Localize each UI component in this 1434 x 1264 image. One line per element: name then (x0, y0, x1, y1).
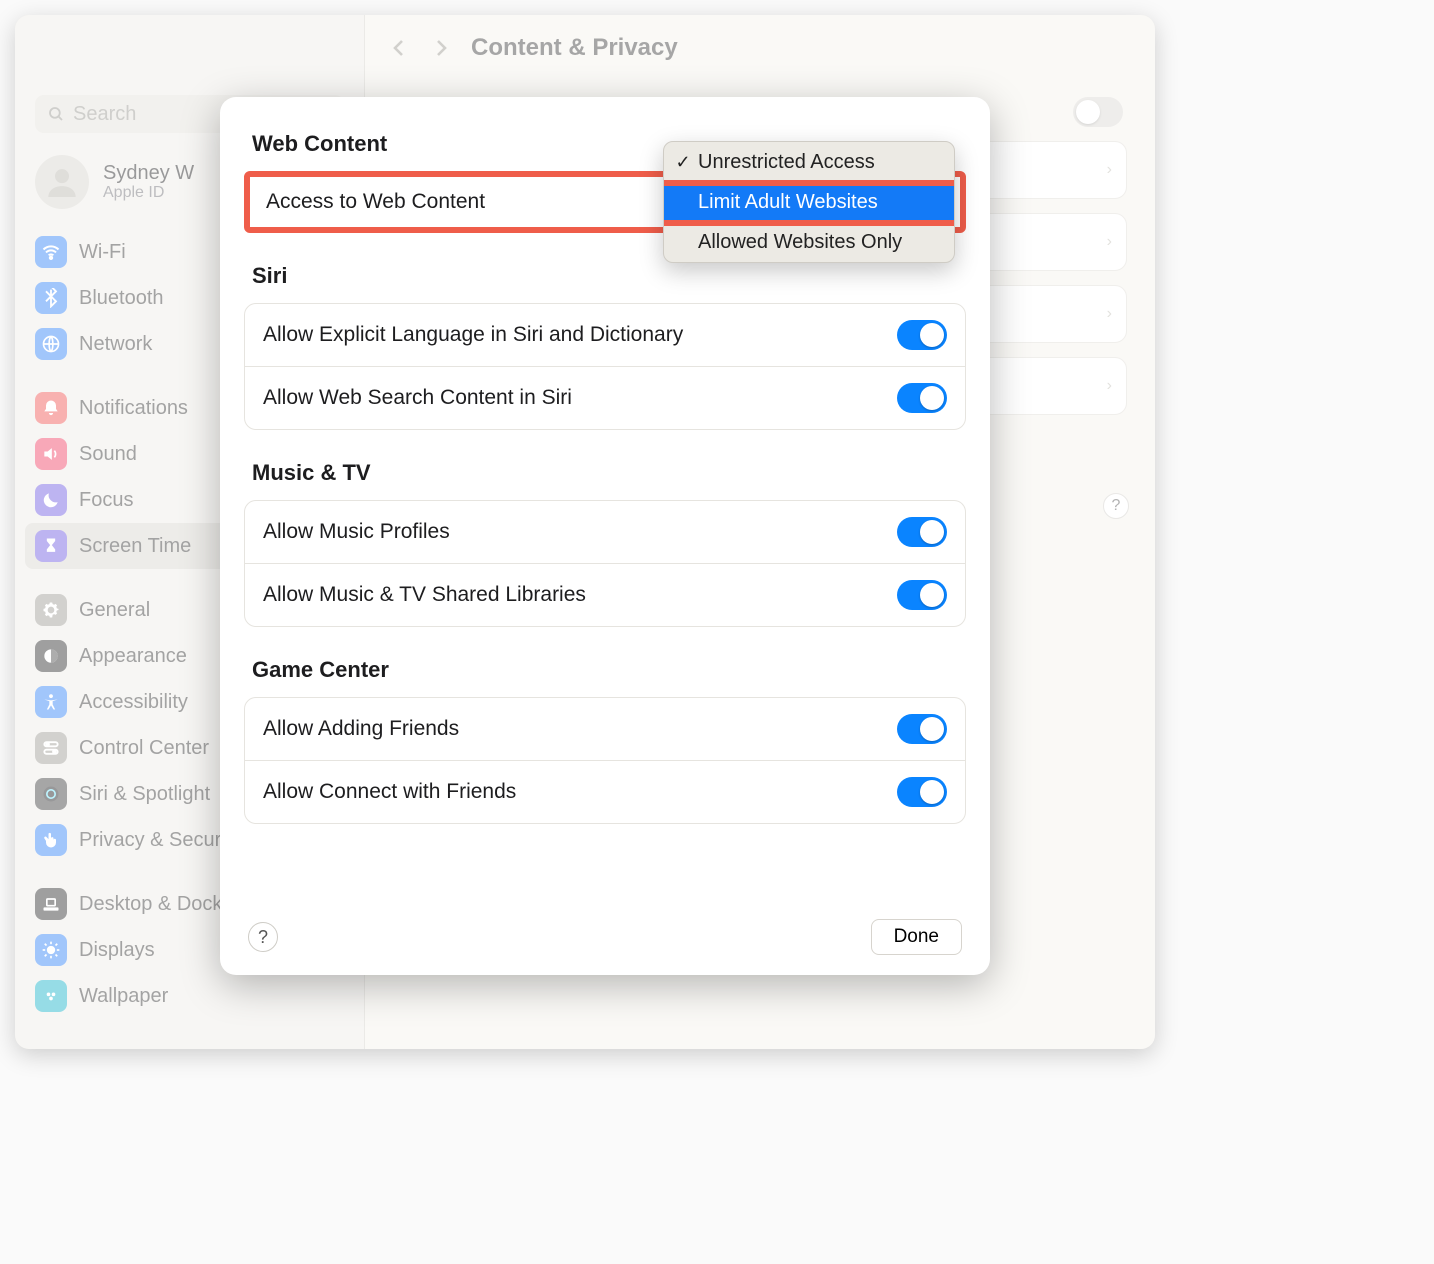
row-siri-websearch: Allow Web Search Content in Siri (245, 366, 965, 429)
check-icon: ✓ (674, 152, 692, 173)
dropdown-option-allowed-only[interactable]: Allowed Websites Only (664, 222, 954, 262)
row-connect-friends: Allow Connect with Friends (245, 760, 965, 823)
toggle-music-profiles[interactable] (897, 517, 947, 547)
row-siri-explicit: Allow Explicit Language in Siri and Dict… (245, 304, 965, 366)
section-title-game-center: Game Center (252, 657, 958, 683)
web-content-sheet: Web Content Access to Web Content ✓ Unre… (220, 97, 990, 975)
done-button[interactable]: Done (871, 919, 962, 955)
section-title-music-tv: Music & TV (252, 460, 958, 486)
sheet-footer: ? Done (240, 913, 970, 957)
toggle-connect-friends[interactable] (897, 777, 947, 807)
access-to-web-content-label: Access to Web Content (266, 190, 485, 214)
settings-window: Search Sydney W Apple ID Wi-FiBluetoothN… (15, 15, 1155, 1049)
dropdown-option-limit-adult[interactable]: Limit Adult Websites (664, 182, 954, 222)
section-title-siri: Siri (252, 263, 958, 289)
dropdown-option-unrestricted[interactable]: ✓ Unrestricted Access (664, 142, 954, 182)
row-add-friends: Allow Adding Friends (245, 698, 965, 760)
music-tv-group: Allow Music Profiles Allow Music & TV Sh… (244, 500, 966, 627)
siri-group: Allow Explicit Language in Siri and Dict… (244, 303, 966, 430)
toggle-add-friends[interactable] (897, 714, 947, 744)
row-music-shared: Allow Music & TV Shared Libraries (245, 563, 965, 626)
toggle-siri-websearch[interactable] (897, 383, 947, 413)
game-center-group: Allow Adding Friends Allow Connect with … (244, 697, 966, 824)
toggle-music-shared[interactable] (897, 580, 947, 610)
row-music-profiles: Allow Music Profiles (245, 501, 965, 563)
web-content-dropdown: ✓ Unrestricted Access Limit Adult Websit… (663, 141, 955, 263)
help-button[interactable]: ? (248, 922, 278, 952)
toggle-siri-explicit[interactable] (897, 320, 947, 350)
